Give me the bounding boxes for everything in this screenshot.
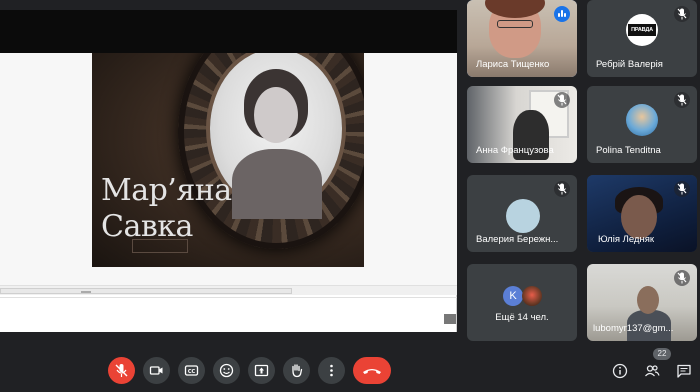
raise-hand-icon [292,364,303,378]
more-participants-label: Ещё 14 чел. [495,312,549,323]
participant-tile-yulia[interactable]: Юлія Ледняк [587,175,697,252]
avatar: ПРАВДА [626,14,658,46]
participant-name: Валерия Бережн... [476,234,559,245]
participant-tile-anna[interactable]: Анна Французова [467,86,577,163]
participant-tile-valeria[interactable]: Валерия Бережн... [467,175,577,252]
participant-tile-larysa[interactable]: Лариса Тищенко [467,0,577,77]
participant-name: Анна Французова [476,145,554,156]
slide-selection-box [132,239,188,253]
participant-name: lubomyr137@gm... [593,323,674,334]
captions-icon: CC [184,365,199,376]
video-person-face [621,195,657,239]
shared-window-titlebar [0,10,457,53]
svg-text:CC: CC [188,369,196,375]
presentation-area: Мар’яна Савка [0,0,457,345]
mic-off-icon [674,6,690,22]
toggle-camera-button[interactable] [143,357,170,384]
participant-tile-lubomyr[interactable]: lubomyr137@gm... [587,264,697,341]
participant-name: Лариса Тищенко [476,59,550,70]
scrollbar-thumb[interactable] [0,288,292,294]
avatar: K [503,286,523,306]
slide-title: Мар’яна Савка [101,173,232,244]
people-icon [645,365,660,377]
meeting-details-button[interactable] [609,360,631,382]
chat-icon [677,364,691,378]
mic-off-icon [554,181,570,197]
participant-name: Ребрій Валерія [596,59,663,70]
emoji-icon [219,363,234,378]
avatar [506,199,540,233]
video-person-head [637,286,659,314]
portrait-body [232,149,322,219]
present-icon [254,364,269,377]
participant-tile-rebrii[interactable]: ПРАВДА Ребрій Валерія [587,0,697,77]
avatar [522,286,542,306]
avatar [626,104,658,136]
horizontal-scrollbar[interactable] [0,285,457,295]
avatar-logo-text: ПРАВДА [628,24,656,36]
presentation-slide: Мар’яна Савка [92,53,364,267]
portrait-face [254,87,298,143]
participant-count-badge: 22 [653,348,671,360]
participant-tile-others[interactable]: K Ещё 14 чел. [467,264,577,341]
scrollbar-grip [81,291,91,293]
toggle-mic-button[interactable] [108,357,135,384]
mic-off-icon [115,364,128,377]
speaking-indicator-icon [554,6,570,22]
chat-button[interactable] [673,360,695,382]
present-screen-button[interactable] [248,357,275,384]
participant-name: Polina Tenditna [596,145,661,156]
leave-call-button[interactable] [353,357,391,384]
reactions-button[interactable] [213,357,240,384]
mic-off-icon [554,92,570,108]
info-icon [612,363,628,379]
participant-tile-polina[interactable]: Polina Tenditna [587,86,697,163]
raise-hand-button[interactable] [283,357,310,384]
more-icon [330,364,333,377]
participant-name: Юлія Ледняк [598,234,655,245]
people-button[interactable] [641,360,663,382]
hang-up-icon [363,369,381,374]
camera-icon [149,366,163,375]
video-person-glasses [497,20,533,28]
captions-button[interactable]: CC [178,357,205,384]
window-corner-icon [444,314,456,324]
divider [0,297,457,298]
more-options-button[interactable] [318,357,345,384]
mic-off-icon [674,270,690,286]
mic-off-icon [674,181,690,197]
mic-off-icon [674,92,690,108]
